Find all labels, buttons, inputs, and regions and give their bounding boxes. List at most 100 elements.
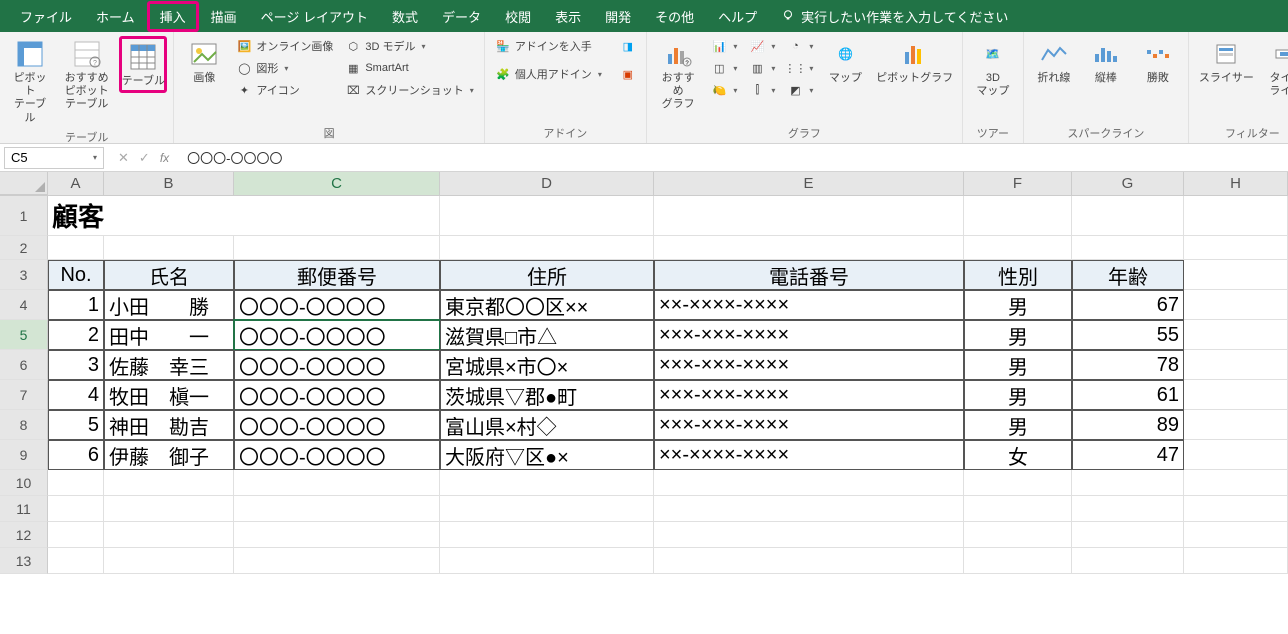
cell[interactable]: [964, 522, 1072, 548]
cell[interactable]: [964, 548, 1072, 574]
cell[interactable]: [1184, 196, 1288, 236]
table-header[interactable]: 住所: [440, 260, 654, 290]
cell[interactable]: [48, 522, 104, 548]
cell[interactable]: [654, 496, 964, 522]
cell[interactable]: [654, 470, 964, 496]
cell[interactable]: [104, 196, 234, 236]
menu-page-layout[interactable]: ページ レイアウト: [249, 1, 380, 32]
cell[interactable]: [104, 496, 234, 522]
cell[interactable]: 78: [1072, 350, 1184, 380]
table-header[interactable]: 郵便番号: [234, 260, 440, 290]
cell[interactable]: ×××-×××-××××: [654, 410, 964, 440]
row-header-1[interactable]: 1: [0, 196, 48, 236]
table-header[interactable]: No.: [48, 260, 104, 290]
cell[interactable]: [234, 236, 440, 260]
cell[interactable]: [440, 522, 654, 548]
cell[interactable]: ×××-×××-××××: [654, 320, 964, 350]
cell[interactable]: 〇〇〇-〇〇〇〇: [234, 380, 440, 410]
cell[interactable]: 47: [1072, 440, 1184, 470]
cell[interactable]: 67: [1072, 290, 1184, 320]
cell[interactable]: 東京都〇〇区××: [440, 290, 654, 320]
cell[interactable]: 6: [48, 440, 104, 470]
cell[interactable]: [1184, 290, 1288, 320]
menu-file[interactable]: ファイル: [8, 1, 84, 32]
cell[interactable]: [48, 496, 104, 522]
cell[interactable]: 4: [48, 380, 104, 410]
scatter-chart-button[interactable]: ⋮⋮▾: [783, 58, 817, 78]
menu-home[interactable]: ホーム: [84, 1, 147, 32]
cell[interactable]: [1184, 380, 1288, 410]
cell[interactable]: 伊藤 御子: [104, 440, 234, 470]
bing-maps-button[interactable]: ◨: [616, 36, 640, 56]
cell[interactable]: [234, 522, 440, 548]
cell[interactable]: 〇〇〇-〇〇〇〇: [234, 290, 440, 320]
cell[interactable]: [48, 470, 104, 496]
cell[interactable]: [1184, 260, 1288, 290]
maps-button[interactable]: 🌐 マップ: [821, 36, 869, 87]
cell[interactable]: [1184, 320, 1288, 350]
cell[interactable]: 女: [964, 440, 1072, 470]
cell[interactable]: [1184, 470, 1288, 496]
people-graph-button[interactable]: ▣: [616, 64, 640, 84]
cell[interactable]: 小田 勝: [104, 290, 234, 320]
pivot-chart-button[interactable]: ピボットグラフ: [873, 36, 955, 87]
cell[interactable]: [654, 548, 964, 574]
cell[interactable]: [1184, 496, 1288, 522]
menu-insert[interactable]: 挿入: [147, 1, 199, 32]
row-header-11[interactable]: 11: [0, 496, 48, 522]
shapes-button[interactable]: ◯図形▾: [232, 58, 337, 78]
cell[interactable]: 5: [48, 410, 104, 440]
row-header-4[interactable]: 4: [0, 290, 48, 320]
row-header-12[interactable]: 12: [0, 522, 48, 548]
cell[interactable]: [654, 196, 964, 236]
cell[interactable]: [1072, 236, 1184, 260]
cell[interactable]: 〇〇〇-〇〇〇〇: [234, 350, 440, 380]
tell-me[interactable]: 実行したい作業を入力してください: [781, 7, 1008, 26]
row-header-3[interactable]: 3: [0, 260, 48, 290]
cell[interactable]: [440, 236, 654, 260]
cell[interactable]: [964, 236, 1072, 260]
cell[interactable]: 佐藤 幸三: [104, 350, 234, 380]
row-header-10[interactable]: 10: [0, 470, 48, 496]
row-header-5[interactable]: 5: [0, 320, 48, 350]
cell[interactable]: 宮城県×市〇×: [440, 350, 654, 380]
cell[interactable]: [1072, 196, 1184, 236]
combo-chart-button[interactable]: ⫿▾: [745, 80, 779, 100]
cell[interactable]: [234, 548, 440, 574]
select-all-corner[interactable]: [0, 172, 48, 195]
table-header[interactable]: 性別: [964, 260, 1072, 290]
cell[interactable]: ×××-×××-××××: [654, 380, 964, 410]
row-header-13[interactable]: 13: [0, 548, 48, 574]
cell[interactable]: [1184, 236, 1288, 260]
col-header-D[interactable]: D: [440, 172, 654, 195]
cell[interactable]: [104, 470, 234, 496]
line-chart-button[interactable]: 📈▾: [745, 36, 779, 56]
cell[interactable]: 茨城県▽郡●町: [440, 380, 654, 410]
cell[interactable]: 2: [48, 320, 104, 350]
cell[interactable]: [104, 236, 234, 260]
menu-developer[interactable]: 開発: [593, 1, 643, 32]
online-pictures-button[interactable]: 🖼️オンライン画像: [232, 36, 337, 56]
icons-button[interactable]: ✦アイコン: [232, 80, 337, 100]
column-chart-button[interactable]: 📊▾: [707, 36, 741, 56]
table-header[interactable]: 氏名: [104, 260, 234, 290]
cell[interactable]: [440, 548, 654, 574]
fx-icon[interactable]: fx: [160, 151, 169, 165]
col-header-H[interactable]: H: [1184, 172, 1288, 195]
recommended-pivot-button[interactable]: ? おすすめ ピボットテーブル: [58, 36, 115, 114]
cancel-icon[interactable]: ✕: [118, 150, 129, 166]
cell[interactable]: [1184, 410, 1288, 440]
timeline-button[interactable]: タイム ライン: [1262, 36, 1288, 100]
name-box[interactable]: C5 ▾: [4, 147, 104, 169]
cell[interactable]: 男: [964, 380, 1072, 410]
cell[interactable]: [964, 470, 1072, 496]
menu-draw[interactable]: 描画: [199, 1, 249, 32]
row-header-2[interactable]: 2: [0, 236, 48, 260]
table-button[interactable]: テーブル: [119, 36, 167, 93]
surface-chart-button[interactable]: ◩▾: [783, 80, 817, 100]
get-addins-button[interactable]: 🏪アドインを入手: [491, 36, 606, 56]
cell[interactable]: [48, 548, 104, 574]
3d-map-button[interactable]: 🗺️ 3D マップ: [969, 36, 1017, 100]
cell[interactable]: ××-××××-××××: [654, 290, 964, 320]
menu-help[interactable]: ヘルプ: [706, 1, 769, 32]
